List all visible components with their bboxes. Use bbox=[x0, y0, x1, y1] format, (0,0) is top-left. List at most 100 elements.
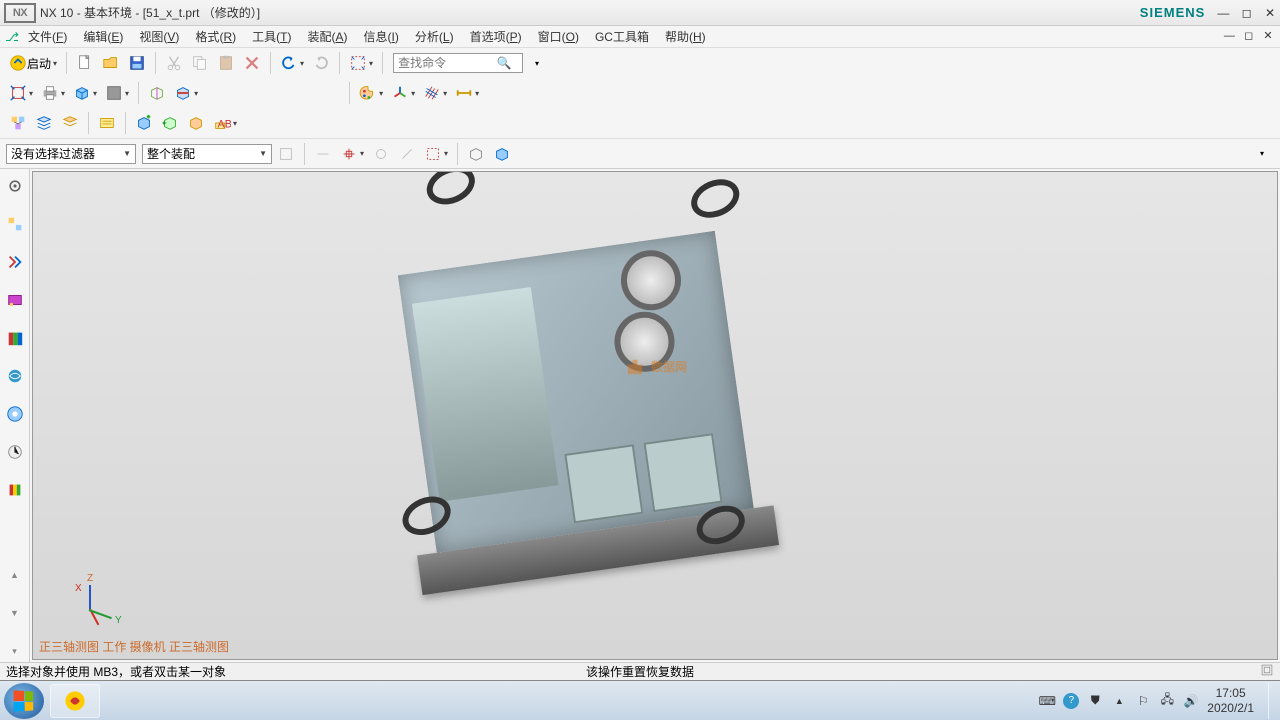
snap-point-button[interactable] bbox=[337, 142, 367, 166]
show-desktop-button[interactable] bbox=[1268, 683, 1276, 719]
selection-filter-dropdown[interactable]: 没有选择过滤器▼ bbox=[6, 144, 136, 164]
start-menu-button[interactable] bbox=[4, 683, 44, 719]
doc-minimize-button[interactable]: — bbox=[1222, 30, 1236, 42]
copy-button[interactable] bbox=[188, 51, 212, 75]
menu-window[interactable]: 窗口(O) bbox=[530, 26, 587, 47]
model-render bbox=[367, 171, 779, 595]
layer-settings-button[interactable] bbox=[58, 111, 82, 135]
history-tab[interactable] bbox=[4, 403, 26, 425]
orient-wcs-button[interactable] bbox=[388, 81, 418, 105]
fit-view-button[interactable] bbox=[346, 51, 376, 75]
catalog-button[interactable] bbox=[95, 111, 119, 135]
menu-assembly[interactable]: 装配(A) bbox=[299, 26, 355, 47]
scroll-up-icon[interactable]: ▲ bbox=[4, 564, 26, 586]
taskbar-nx-app[interactable] bbox=[50, 684, 100, 718]
menu-edit[interactable]: 编辑(E) bbox=[75, 26, 131, 47]
taskbar-clock[interactable]: 17:05 2020/2/1 bbox=[1207, 686, 1254, 715]
menu-bar: ⎇ 文件(F) 编辑(E) 视图(V) 格式(R) 工具(T) 装配(A) 信息… bbox=[0, 26, 1280, 48]
redo-button[interactable] bbox=[309, 51, 333, 75]
menu-preferences[interactable]: 首选项(P) bbox=[462, 26, 530, 47]
roles-tab[interactable] bbox=[4, 479, 26, 501]
graphics-viewport[interactable]: 数据网 Z X Y 正三轴测图 工作 摄像机 正三轴测图 bbox=[32, 171, 1278, 660]
menu-format[interactable]: 格式(R) bbox=[187, 26, 244, 47]
assembly-constraint-button[interactable] bbox=[184, 111, 208, 135]
minimize-button[interactable]: — bbox=[1215, 6, 1231, 20]
start-button[interactable]: 启动 bbox=[6, 51, 60, 75]
view-label: 正三轴测图 工作 摄像机 正三轴测图 bbox=[39, 638, 229, 655]
main-area: ▲ ▼ ▾ 数据网 Z X Y 正三轴 bbox=[0, 169, 1280, 662]
menu-icon[interactable]: ⎇ bbox=[4, 30, 20, 44]
gear-icon[interactable] bbox=[4, 175, 26, 197]
background-button[interactable] bbox=[102, 81, 132, 105]
scope-dropdown[interactable]: 整个装配▼ bbox=[142, 144, 272, 164]
cut-button[interactable] bbox=[162, 51, 186, 75]
fit-all-button[interactable] bbox=[6, 81, 36, 105]
tray-shield-icon[interactable]: ⛊ bbox=[1087, 693, 1103, 709]
menu-file[interactable]: 文件(F) bbox=[20, 26, 75, 47]
scroll-down-icon[interactable]: ▼ bbox=[4, 602, 26, 624]
annotation-button[interactable]: ABC bbox=[210, 111, 240, 135]
menu-gc-toolbox[interactable]: GC工具箱 bbox=[587, 26, 657, 47]
close-button[interactable]: ✕ bbox=[1262, 6, 1278, 20]
filter-sel-1[interactable] bbox=[274, 142, 298, 166]
tray-keyboard-icon[interactable]: ⌨ bbox=[1039, 693, 1055, 709]
section-view-button[interactable] bbox=[171, 81, 201, 105]
grid-button[interactable] bbox=[420, 81, 450, 105]
filter-sel-4[interactable] bbox=[395, 142, 419, 166]
command-search-input[interactable] bbox=[394, 56, 494, 70]
toolbar-overflow[interactable]: ▾ bbox=[525, 51, 549, 75]
undo-button[interactable] bbox=[277, 51, 307, 75]
add-component-button[interactable] bbox=[132, 111, 156, 135]
scroll-bottom-icon[interactable]: ▾ bbox=[4, 640, 26, 662]
tray-network-icon[interactable]: 🖧 bbox=[1159, 693, 1175, 709]
window-controls: — ◻ ✕ bbox=[1213, 6, 1280, 20]
tray-flag-icon[interactable]: ⚐ bbox=[1135, 693, 1151, 709]
render-style-button[interactable] bbox=[70, 81, 100, 105]
assembly-navigator-tab[interactable] bbox=[4, 213, 26, 235]
tray-arrow-icon[interactable]: ▲ bbox=[1111, 693, 1127, 709]
part-navigator-tab[interactable] bbox=[4, 289, 26, 311]
status-mid: 该操作重置恢复数据 bbox=[586, 663, 694, 680]
command-search[interactable]: 🔍 bbox=[393, 53, 523, 73]
print-button[interactable] bbox=[38, 81, 68, 105]
scope-label: 整个装配 bbox=[147, 145, 195, 162]
menu-info[interactable]: 信息(I) bbox=[356, 26, 407, 47]
menu-view[interactable]: 视图(V) bbox=[131, 26, 187, 47]
view-triad: Z X Y bbox=[73, 585, 123, 635]
filter-sel-2[interactable] bbox=[311, 142, 335, 166]
app-icon: NX bbox=[4, 3, 36, 23]
doc-close-button[interactable]: ✕ bbox=[1261, 29, 1275, 42]
filter-sel-3[interactable] bbox=[369, 142, 393, 166]
maximize-button[interactable]: ◻ bbox=[1239, 6, 1255, 20]
save-button[interactable] bbox=[125, 51, 149, 75]
tray-volume-icon[interactable]: 🔊 bbox=[1183, 693, 1199, 709]
palette-button[interactable] bbox=[356, 81, 386, 105]
system-tray: ⌨ ? ⛊ ▲ ⚐ 🖧 🔊 17:05 2020/2/1 bbox=[1039, 683, 1276, 719]
internet-explorer-tab[interactable] bbox=[4, 365, 26, 387]
menu-analysis[interactable]: 分析(L) bbox=[407, 26, 462, 47]
layers-button[interactable] bbox=[32, 111, 56, 135]
measure-button[interactable] bbox=[452, 81, 482, 105]
assembly-nav-button[interactable] bbox=[6, 111, 30, 135]
constraint-navigator-tab[interactable] bbox=[4, 251, 26, 273]
paste-button[interactable] bbox=[214, 51, 238, 75]
doc-restore-button[interactable]: ◻ bbox=[1242, 29, 1256, 42]
menu-help[interactable]: 帮助(H) bbox=[657, 26, 714, 47]
taskbar: ⌨ ? ⛊ ▲ ⚐ 🖧 🔊 17:05 2020/2/1 bbox=[0, 680, 1280, 720]
wireframe-button[interactable] bbox=[490, 142, 514, 166]
reuse-library-tab[interactable] bbox=[4, 327, 26, 349]
search-icon[interactable]: 🔍 bbox=[494, 56, 514, 70]
toolbar-row-overflow[interactable]: ▾ bbox=[1250, 142, 1274, 166]
menu-tools[interactable]: 工具(T) bbox=[244, 26, 299, 47]
select-region-button[interactable] bbox=[421, 142, 451, 166]
tray-help-icon[interactable]: ? bbox=[1063, 693, 1079, 709]
show-hide-button[interactable] bbox=[464, 142, 488, 166]
new-button[interactable] bbox=[73, 51, 97, 75]
move-component-button[interactable] bbox=[158, 111, 182, 135]
delete-button[interactable] bbox=[240, 51, 264, 75]
system-scene-tab[interactable] bbox=[4, 441, 26, 463]
orient-view-button[interactable] bbox=[145, 81, 169, 105]
open-button[interactable] bbox=[99, 51, 123, 75]
status-right-icon[interactable] bbox=[1260, 663, 1274, 680]
status-left: 选择对象并使用 MB3，或者双击某一对象 bbox=[6, 663, 226, 680]
